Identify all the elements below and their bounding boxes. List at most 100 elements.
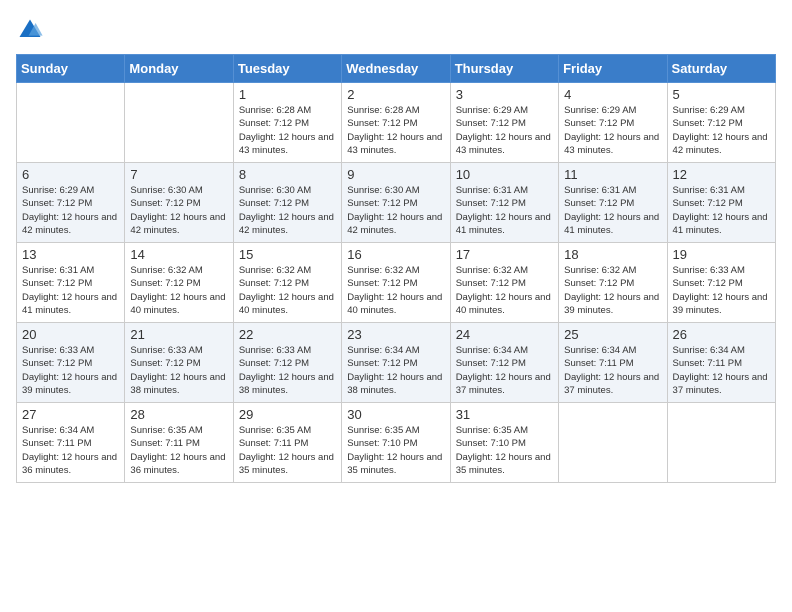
- calendar-cell: 5 Sunrise: 6:29 AM Sunset: 7:12 PM Daylig…: [667, 83, 775, 163]
- calendar-table: SundayMondayTuesdayWednesdayThursdayFrid…: [16, 54, 776, 483]
- calendar-cell: 22 Sunrise: 6:33 AM Sunset: 7:12 PM Dayli…: [233, 323, 341, 403]
- day-number: 27: [22, 407, 119, 422]
- day-number: 14: [130, 247, 227, 262]
- day-info: Sunrise: 6:30 AM Sunset: 7:12 PM Dayligh…: [130, 184, 227, 237]
- logo: [16, 16, 48, 44]
- weekday-header-thursday: Thursday: [450, 55, 558, 83]
- calendar-week-row: 13 Sunrise: 6:31 AM Sunset: 7:12 PM Dayli…: [17, 243, 776, 323]
- day-number: 28: [130, 407, 227, 422]
- calendar-body: 1 Sunrise: 6:28 AM Sunset: 7:12 PM Daylig…: [17, 83, 776, 483]
- weekday-header-friday: Friday: [559, 55, 667, 83]
- day-number: 24: [456, 327, 553, 342]
- day-number: 17: [456, 247, 553, 262]
- day-number: 6: [22, 167, 119, 182]
- day-number: 1: [239, 87, 336, 102]
- day-number: 5: [673, 87, 770, 102]
- day-number: 30: [347, 407, 444, 422]
- day-number: 12: [673, 167, 770, 182]
- day-number: 25: [564, 327, 661, 342]
- calendar-cell: 28 Sunrise: 6:35 AM Sunset: 7:11 PM Dayli…: [125, 403, 233, 483]
- calendar-cell: 15Sunrise: 6:32 AM Sunset: 7:12 PM Dayli…: [233, 243, 341, 323]
- day-number: 3: [456, 87, 553, 102]
- calendar-cell: 29 Sunrise: 6:35 AM Sunset: 7:11 PM Dayli…: [233, 403, 341, 483]
- calendar-week-row: 1 Sunrise: 6:28 AM Sunset: 7:12 PM Daylig…: [17, 83, 776, 163]
- calendar-cell: 9Sunrise: 6:30 AM Sunset: 7:12 PM Daylig…: [342, 163, 450, 243]
- day-info: Sunrise: 6:31 AM Sunset: 7:12 PM Dayligh…: [673, 184, 770, 237]
- calendar-cell: 25 Sunrise: 6:34 AM Sunset: 7:11 PM Dayli…: [559, 323, 667, 403]
- day-number: 16: [347, 247, 444, 262]
- day-info: Sunrise: 6:33 AM Sunset: 7:12 PM Dayligh…: [239, 344, 336, 397]
- weekday-header-tuesday: Tuesday: [233, 55, 341, 83]
- day-info: Sunrise: 6:33 AM Sunset: 7:12 PM Dayligh…: [673, 264, 770, 317]
- day-number: 31: [456, 407, 553, 422]
- day-info: Sunrise: 6:29 AM Sunset: 7:12 PM Dayligh…: [564, 104, 661, 157]
- day-info: Sunrise: 6:35 AM Sunset: 7:11 PM Dayligh…: [239, 424, 336, 477]
- calendar-cell: 1 Sunrise: 6:28 AM Sunset: 7:12 PM Daylig…: [233, 83, 341, 163]
- day-number: 10: [456, 167, 553, 182]
- day-info: Sunrise: 6:34 AM Sunset: 7:11 PM Dayligh…: [564, 344, 661, 397]
- calendar-cell: 30 Sunrise: 6:35 AM Sunset: 7:10 PM Dayli…: [342, 403, 450, 483]
- day-info: Sunrise: 6:35 AM Sunset: 7:11 PM Dayligh…: [130, 424, 227, 477]
- day-info: Sunrise: 6:33 AM Sunset: 7:12 PM Dayligh…: [130, 344, 227, 397]
- day-number: 23: [347, 327, 444, 342]
- day-number: 8: [239, 167, 336, 182]
- day-info: Sunrise: 6:34 AM Sunset: 7:12 PM Dayligh…: [456, 344, 553, 397]
- calendar-cell: [17, 83, 125, 163]
- calendar-cell: [559, 403, 667, 483]
- day-number: 15: [239, 247, 336, 262]
- day-number: 7: [130, 167, 227, 182]
- day-info: Sunrise: 6:31 AM Sunset: 7:12 PM Dayligh…: [22, 264, 119, 317]
- calendar-cell: 7 Sunrise: 6:30 AM Sunset: 7:12 PM Daylig…: [125, 163, 233, 243]
- day-info: Sunrise: 6:32 AM Sunset: 7:12 PM Dayligh…: [130, 264, 227, 317]
- day-number: 2: [347, 87, 444, 102]
- day-info: Sunrise: 6:28 AM Sunset: 7:12 PM Dayligh…: [239, 104, 336, 157]
- calendar-cell: 4 Sunrise: 6:29 AM Sunset: 7:12 PM Daylig…: [559, 83, 667, 163]
- day-info: Sunrise: 6:30 AM Sunset: 7:12 PM Dayligh…: [239, 184, 336, 237]
- weekday-header-sunday: Sunday: [17, 55, 125, 83]
- day-info: Sunrise: 6:35 AM Sunset: 7:10 PM Dayligh…: [456, 424, 553, 477]
- day-info: Sunrise: 6:33 AM Sunset: 7:12 PM Dayligh…: [22, 344, 119, 397]
- calendar-cell: 31 Sunrise: 6:35 AM Sunset: 7:10 PM Dayli…: [450, 403, 558, 483]
- calendar-cell: 16 Sunrise: 6:32 AM Sunset: 7:12 PM Dayli…: [342, 243, 450, 323]
- calendar-header: SundayMondayTuesdayWednesdayThursdayFrid…: [17, 55, 776, 83]
- day-number: 4: [564, 87, 661, 102]
- day-info: Sunrise: 6:32 AM Sunset: 7:12 PM Dayligh…: [564, 264, 661, 317]
- day-info: Sunrise: 6:34 AM Sunset: 7:11 PM Dayligh…: [22, 424, 119, 477]
- day-number: 19: [673, 247, 770, 262]
- weekday-header-saturday: Saturday: [667, 55, 775, 83]
- day-info: Sunrise: 6:30 AM Sunset: 7:12 PM Dayligh…: [347, 184, 444, 237]
- weekday-header-row: SundayMondayTuesdayWednesdayThursdayFrid…: [17, 55, 776, 83]
- calendar-cell: 21 Sunrise: 6:33 AM Sunset: 7:12 PM Dayli…: [125, 323, 233, 403]
- calendar-cell: 8 Sunrise: 6:30 AM Sunset: 7:12 PM Daylig…: [233, 163, 341, 243]
- calendar-cell: [125, 83, 233, 163]
- calendar-cell: 23 Sunrise: 6:34 AM Sunset: 7:12 PM Dayli…: [342, 323, 450, 403]
- calendar-cell: 14 Sunrise: 6:32 AM Sunset: 7:12 PM Dayli…: [125, 243, 233, 323]
- day-info: Sunrise: 6:28 AM Sunset: 7:12 PM Dayligh…: [347, 104, 444, 157]
- calendar-cell: 6Sunrise: 6:29 AM Sunset: 7:12 PM Daylig…: [17, 163, 125, 243]
- calendar-cell: 17 Sunrise: 6:32 AM Sunset: 7:12 PM Dayli…: [450, 243, 558, 323]
- calendar-cell: 10 Sunrise: 6:31 AM Sunset: 7:12 PM Dayli…: [450, 163, 558, 243]
- calendar-cell: 26 Sunrise: 6:34 AM Sunset: 7:11 PM Dayli…: [667, 323, 775, 403]
- day-info: Sunrise: 6:35 AM Sunset: 7:10 PM Dayligh…: [347, 424, 444, 477]
- day-info: Sunrise: 6:29 AM Sunset: 7:12 PM Dayligh…: [673, 104, 770, 157]
- day-info: Sunrise: 6:31 AM Sunset: 7:12 PM Dayligh…: [564, 184, 661, 237]
- day-number: 26: [673, 327, 770, 342]
- day-number: 13: [22, 247, 119, 262]
- calendar-cell: 18Sunrise: 6:32 AM Sunset: 7:12 PM Dayli…: [559, 243, 667, 323]
- calendar-cell: [667, 403, 775, 483]
- calendar-cell: 20 Sunrise: 6:33 AM Sunset: 7:12 PM Dayli…: [17, 323, 125, 403]
- day-number: 22: [239, 327, 336, 342]
- day-info: Sunrise: 6:34 AM Sunset: 7:12 PM Dayligh…: [347, 344, 444, 397]
- day-info: Sunrise: 6:31 AM Sunset: 7:12 PM Dayligh…: [456, 184, 553, 237]
- header: [16, 16, 776, 44]
- day-info: Sunrise: 6:34 AM Sunset: 7:11 PM Dayligh…: [673, 344, 770, 397]
- calendar-cell: 27 Sunrise: 6:34 AM Sunset: 7:11 PM Dayli…: [17, 403, 125, 483]
- calendar-week-row: 27 Sunrise: 6:34 AM Sunset: 7:11 PM Dayli…: [17, 403, 776, 483]
- day-number: 21: [130, 327, 227, 342]
- weekday-header-wednesday: Wednesday: [342, 55, 450, 83]
- day-number: 20: [22, 327, 119, 342]
- calendar-cell: 11Sunrise: 6:31 AM Sunset: 7:12 PM Dayli…: [559, 163, 667, 243]
- day-number: 29: [239, 407, 336, 422]
- day-info: Sunrise: 6:32 AM Sunset: 7:12 PM Dayligh…: [347, 264, 444, 317]
- day-info: Sunrise: 6:32 AM Sunset: 7:12 PM Dayligh…: [456, 264, 553, 317]
